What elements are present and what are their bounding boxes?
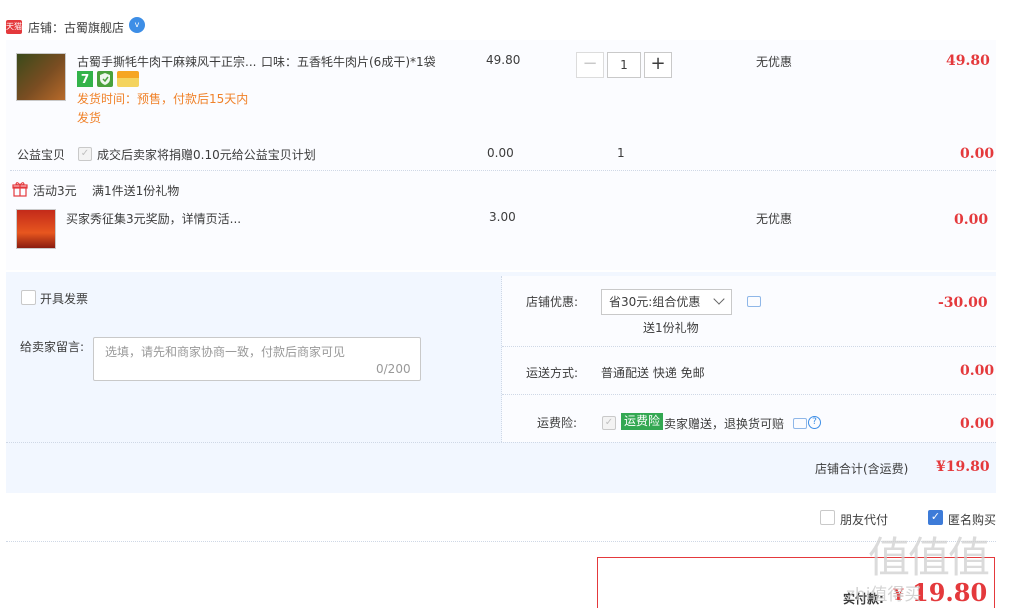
invoice-checkbox[interactable] [21,290,36,305]
activity-text: 满1件送1份礼物 [92,184,180,198]
anonymous-checkbox[interactable]: ✓ [928,510,943,525]
message-icon[interactable] [747,296,761,307]
shipping-label: 运送方式: [526,366,579,380]
gift-discount: 无优惠 [756,212,793,226]
qty-minus-button[interactable]: − [576,52,604,78]
seven-day-return-icon: 7 [77,71,93,87]
store-discount-sub: 送1份礼物 [643,321,699,335]
charity-text: 成交后卖家将捐赠0.10元给公益宝贝计划 [97,148,316,162]
gift-title[interactable]: 买家秀征集3元奖励，详情页活... [66,210,241,227]
friend-pay-checkbox[interactable] [820,510,835,525]
quantity-input[interactable]: 1 [607,52,641,78]
help-icon[interactable]: ? [808,416,821,429]
store-total-amount: ¥19.80 [936,459,990,475]
seller-message-placeholder: 选填，请先和商家协商一致，付款后商家可见 [105,345,346,359]
divider [501,276,502,442]
ship-time-cont: 发货 [77,111,102,125]
divider [6,442,996,443]
shield-icon [97,71,113,87]
store-total-label: 店铺合计(含运费) [815,462,909,476]
watermark-sub: zhi值得买 [846,585,922,605]
invoice-label[interactable]: 开具发票 [40,290,88,307]
store-discount-label: 店铺优惠: [526,295,579,309]
qty-plus-button[interactable]: + [644,52,672,78]
divider [10,170,996,171]
product-sku: 口味：五香牦牛肉片(6成干)*1袋 [261,55,436,69]
gift-subtotal: 0.00 [954,212,989,228]
shop-name[interactable]: 店铺：古蜀旗舰店 [28,19,124,36]
item-subtotal: 49.80 [946,53,990,69]
message-icon[interactable] [793,418,807,429]
insurance-checkbox: ✓ [602,416,616,430]
insurance-tag: 运费险 [621,413,664,430]
tmall-badge: 天猫 [6,20,22,34]
ship-time: 发货时间：预售，付款后15天内 [77,92,249,106]
gift-thumbnail[interactable] [16,209,56,249]
activity-label: 活动3元 [33,184,77,198]
item-discount: 无优惠 [756,55,793,69]
divider [6,541,996,542]
product-thumbnail[interactable] [16,53,66,101]
credit-card-icon [117,71,139,87]
store-discount-amount: -30.00 [938,295,988,311]
charity-label: 公益宝贝 [17,148,66,162]
message-counter: 0/200 [376,362,411,376]
insurance-text: 卖家赠送，退换货可赔 [664,417,785,431]
charity-checkbox: ✓ [78,147,92,161]
watermark: 值值值 [868,533,990,582]
chevron-down-icon [713,293,725,305]
divider [502,346,996,347]
store-discount-select[interactable]: 省30元:组合优惠 [601,289,732,315]
shipping-amount: 0.00 [960,363,995,379]
unit-price: 49.80 [486,53,521,67]
insurance-label: 运费险: [537,416,578,430]
charity-subtotal: 0.00 [960,146,995,162]
charity-qty: 1 [617,146,625,160]
product-title[interactable]: 古蜀手撕牦牛肉干麻辣风干正宗... [77,53,256,70]
insurance-amount: 0.00 [960,416,995,432]
store-discount-value: 省30元:组合优惠 [609,295,701,309]
shipping-value: 普通配送 快递 免邮 [601,366,705,380]
gift-price: 3.00 [489,210,516,224]
message-label: 给卖家留言: [20,340,85,354]
divider [502,394,996,395]
charity-price: 0.00 [487,146,514,160]
gift-icon [12,181,28,197]
wangwang-chat-icon[interactable]: v [129,17,145,33]
